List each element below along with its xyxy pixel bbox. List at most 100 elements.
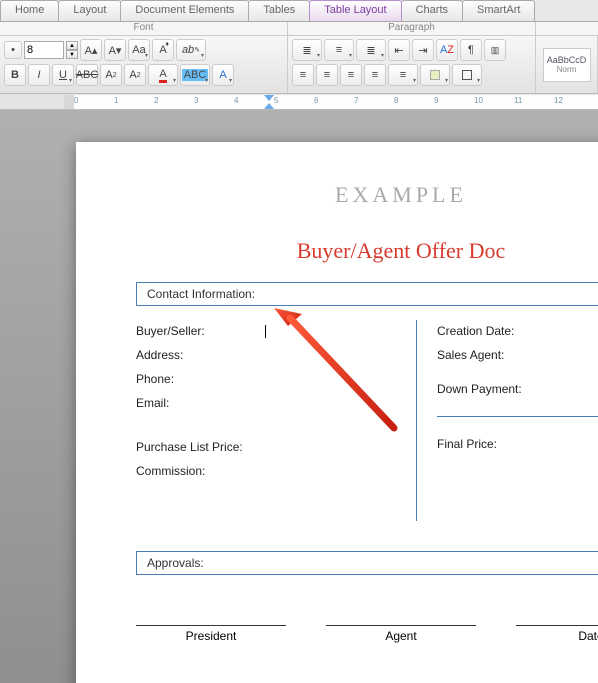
font-size-stepper[interactable]: ▲ ▼ — [66, 41, 78, 59]
label-buyer-seller: Buyer/Seller: — [136, 324, 205, 338]
borders-button[interactable]: ▾ — [452, 64, 482, 86]
text-highlight-button[interactable]: ABC▾ — [180, 64, 210, 86]
highlight-color-button[interactable]: ab✎▾ — [176, 39, 206, 61]
increase-indent-button[interactable]: ⇥ — [412, 39, 434, 61]
tab-home[interactable]: Home — [0, 0, 59, 21]
justify-button[interactable]: ≡ — [364, 64, 386, 86]
tab-layout[interactable]: Layout — [58, 0, 121, 21]
clear-formatting-button[interactable]: A♦ — [152, 39, 174, 61]
document-title: Buyer/Agent Offer Doc — [136, 238, 598, 264]
contact-left-column: Buyer/Seller: Address: Phone: Email: Pur… — [136, 320, 416, 521]
align-right-button[interactable]: ≡ — [340, 64, 362, 86]
multilevel-list-button[interactable]: ≣▾ — [356, 39, 386, 61]
bold-button[interactable]: B — [4, 64, 26, 86]
tab-smartart[interactable]: SmartArt — [462, 0, 535, 21]
field-buyer-seller: Buyer/Seller: — [136, 324, 406, 338]
contact-right-column: Creation Date: Sales Agent: Down Payment… — [416, 320, 598, 521]
shrink-font-button[interactable]: A▾ — [104, 39, 126, 61]
field-creation-date: Creation Date: — [437, 324, 598, 338]
indent-marker[interactable] — [264, 95, 274, 109]
ruler-tick: 9 — [434, 96, 438, 105]
text-effects-button[interactable]: A▾ — [212, 64, 234, 86]
example-watermark: EXAMPLE — [136, 182, 598, 208]
group-label-paragraph: Paragraph — [288, 22, 536, 35]
ribbon-group-styles: AaBbCcD Norm — [536, 36, 598, 93]
ruler-tick: 12 — [554, 96, 563, 105]
ruler: 0 1 2 3 4 5 6 7 8 9 10 11 12 — [0, 94, 598, 110]
font-color-button[interactable]: A▾ — [148, 64, 178, 86]
superscript-button[interactable]: A2 — [124, 64, 146, 86]
ribbon-group-labels: Font Paragraph — [0, 22, 598, 36]
ruler-tick: 8 — [394, 96, 398, 105]
field-address: Address: — [136, 348, 406, 362]
tab-table-layout[interactable]: Table Layout — [309, 0, 401, 21]
field-sales-agent: Sales Agent: — [437, 348, 598, 362]
ruler-tick: 6 — [314, 96, 318, 105]
ribbon-group-font: • ▲ ▼ A▴ A▾ Aa▾ A♦ ab✎▾ B I U▾ ABC A2 A2… — [0, 36, 288, 93]
font-size-up[interactable]: ▲ — [66, 41, 78, 50]
sig-date: Date — [516, 625, 598, 643]
change-case-button[interactable]: Aa▾ — [128, 39, 150, 61]
ruler-tick: 5 — [274, 96, 278, 105]
ruler-tick: 10 — [474, 96, 483, 105]
field-commission: Commission: — [136, 464, 406, 478]
horizontal-ruler[interactable]: 0 1 2 3 4 5 6 7 8 9 10 11 12 — [64, 95, 598, 109]
sig-label-agent: Agent — [385, 629, 416, 643]
strikethrough-button[interactable]: ABC — [76, 64, 98, 86]
shading-button[interactable]: ▾ — [420, 64, 450, 86]
ruler-tick: 4 — [234, 96, 238, 105]
italic-button[interactable]: I — [28, 64, 50, 86]
ruler-tick: 2 — [154, 96, 158, 105]
sig-agent: Agent — [326, 625, 476, 643]
document-area: EXAMPLE Buyer/Agent Offer Doc Contact In… — [0, 110, 598, 683]
ruler-tick: 7 — [354, 96, 358, 105]
sig-label-president: President — [186, 629, 237, 643]
line-spacing-button[interactable]: ≡▾ — [388, 64, 418, 86]
subscript-button[interactable]: A2 — [100, 64, 122, 86]
document-page[interactable]: EXAMPLE Buyer/Agent Offer Doc Contact In… — [76, 142, 598, 683]
field-phone: Phone: — [136, 372, 406, 386]
style-preview-sample: AaBbCcD — [547, 55, 587, 65]
align-center-button[interactable]: ≡ — [316, 64, 338, 86]
divider — [437, 416, 598, 417]
style-preview-name: Norm — [557, 65, 577, 74]
ruler-tick: 1 — [114, 96, 118, 105]
style-normal[interactable]: AaBbCcD Norm — [543, 48, 591, 82]
show-marks-button[interactable]: ¶ — [460, 39, 482, 61]
sig-line — [136, 625, 286, 626]
align-left-button[interactable]: ≡ — [292, 64, 314, 86]
decrease-indent-button[interactable]: ⇤ — [388, 39, 410, 61]
group-label-font: Font — [0, 22, 288, 35]
sort-button[interactable]: AZ — [436, 39, 458, 61]
font-size-input[interactable] — [24, 41, 64, 59]
sig-president: President — [136, 625, 286, 643]
columns-button[interactable]: ▥ — [484, 39, 506, 61]
sig-line — [516, 625, 598, 626]
tab-charts[interactable]: Charts — [401, 0, 463, 21]
font-menu-button[interactable]: • — [4, 41, 22, 59]
grow-font-button[interactable]: A▴ — [80, 39, 102, 61]
sig-label-date: Date — [578, 629, 598, 643]
group-label-styles — [536, 22, 598, 35]
font-size-down[interactable]: ▼ — [66, 50, 78, 59]
ribbon: • ▲ ▼ A▴ A▾ Aa▾ A♦ ab✎▾ B I U▾ ABC A2 A2… — [0, 36, 598, 94]
contact-columns: Buyer/Seller: Address: Phone: Email: Pur… — [136, 320, 598, 521]
ruler-tick: 0 — [74, 96, 78, 105]
text-cursor — [265, 325, 266, 338]
ribbon-group-paragraph: ≣▾ ≡▾ ≣▾ ⇤ ⇥ AZ ¶ ▥ ≡ ≡ ≡ ≡ ≡▾ ▾ ▾ — [288, 36, 536, 93]
approvals-header: Approvals: — [136, 551, 598, 575]
field-down-payment: Down Payment: — [437, 382, 598, 396]
ruler-tick: 11 — [514, 96, 522, 105]
ruler-tick: 3 — [194, 96, 198, 105]
contact-info-header: Contact Information: — [136, 282, 598, 306]
underline-button[interactable]: U▾ — [52, 64, 74, 86]
field-email: Email: — [136, 396, 406, 410]
field-final-price: Final Price: — [437, 437, 598, 451]
ribbon-tabs: Home Layout Document Elements Tables Tab… — [0, 0, 598, 22]
tab-tables[interactable]: Tables — [248, 0, 310, 21]
sig-line — [326, 625, 476, 626]
bullets-button[interactable]: ≣▾ — [292, 39, 322, 61]
numbering-button[interactable]: ≡▾ — [324, 39, 354, 61]
tab-document-elements[interactable]: Document Elements — [120, 0, 249, 21]
signature-row: President Agent Date — [136, 625, 598, 643]
